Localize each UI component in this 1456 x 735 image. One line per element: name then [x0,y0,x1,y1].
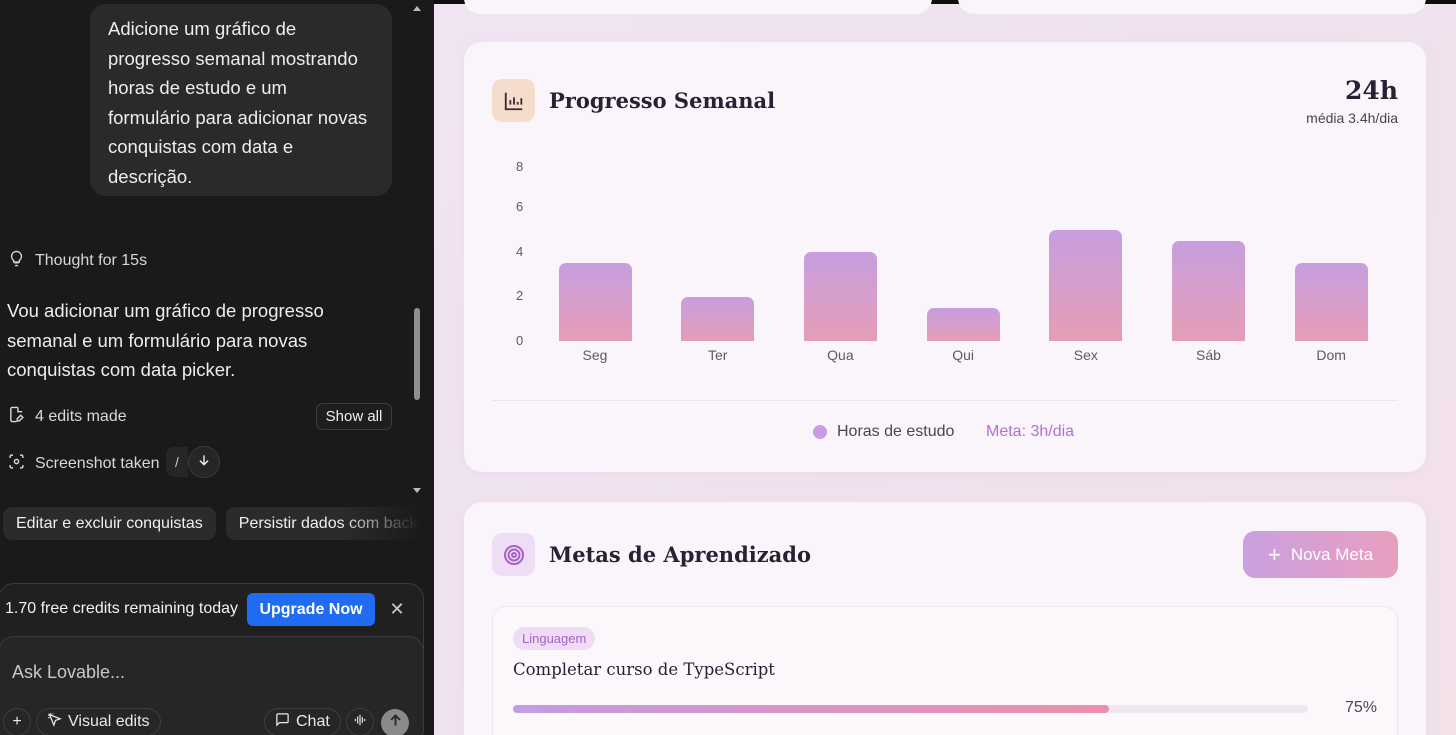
y-axis-tick: 2 [516,288,524,303]
goal-progress-fill [513,705,1110,713]
weekly-progress-card: Progresso Semanal 24h média 3.4h/dia Hor… [464,42,1426,472]
y-axis-tick: 4 [516,244,524,259]
weekly-total-hours: 24h [1345,76,1398,105]
scroll-to-bottom-button[interactable] [188,446,220,478]
goal-title: Completar curso de TypeScript [513,660,775,679]
goal-item[interactable]: Linguagem Completar curso de TypeScript … [492,606,1398,735]
arrow-down-icon [197,453,211,472]
thought-indicator[interactable]: Thought for 15s [8,250,147,272]
edits-label: 4 edits made [35,408,127,425]
chart-bar[interactable] [1049,230,1123,341]
close-icon[interactable]: ✕ [386,598,408,620]
goal-category-tag: Linguagem [513,627,596,650]
chat-mode-label: Chat [296,713,330,730]
visual-edits-button[interactable]: Visual edits [36,708,161,735]
weekly-average: média 3.4h/dia [1306,110,1398,126]
app-preview: Progresso Semanal 24h média 3.4h/dia Hor… [434,0,1456,735]
chart-bar[interactable] [681,296,755,341]
weekly-progress-title: Progresso Semanal [549,88,776,113]
arrow-up-icon [388,713,403,733]
chat-input-placeholder[interactable]: Ask Lovable... [12,662,125,683]
x-axis-tick: Sáb [1196,347,1221,363]
upgrade-now-button[interactable]: Upgrade Now [247,593,375,626]
y-axis-tick: 0 [516,333,524,348]
target-icon [492,533,535,576]
chat-mode-button[interactable]: Chat [264,708,341,735]
scrollbar-down-arrow[interactable] [413,488,421,493]
legend-series-label: Horas de estudo [837,423,955,440]
chat-bubble-icon [275,712,290,732]
plus-icon: + [1267,541,1281,567]
assistant-reply: Vou adicionar um gráfico de progresso se… [7,300,324,380]
user-message-bubble: Adicione um gráfico de progresso semanal… [90,4,392,196]
edits-summary: 4 edits made [8,406,127,428]
suggestion-chip[interactable]: Editar e excluir conquistas [3,507,216,540]
chart-bar[interactable] [558,263,632,341]
chat-panel: Adicione um gráfico de progresso semanal… [0,0,434,735]
chart-bar[interactable] [926,307,1000,341]
lightbulb-icon [8,250,25,272]
x-axis-tick: Sex [1073,347,1098,363]
new-goal-button[interactable]: + Nova Meta [1243,531,1398,578]
x-axis-tick: Seg [582,347,608,363]
goal-progress-percent: 75% [1345,699,1378,716]
screenshot-separator: / [166,447,188,477]
learning-goals-title: Metas de Aprendizado [549,542,811,567]
screenshot-label: Screenshot taken [35,455,160,472]
y-axis-tick: 6 [516,199,524,214]
legend-goal-label: Meta: 3h/dia [986,423,1075,440]
chart-bar[interactable] [803,252,877,341]
chart-bar[interactable] [1172,241,1245,341]
previous-card-bottom [958,0,1426,14]
add-attachment-button[interactable]: + [3,708,31,735]
visual-edits-label: Visual edits [68,713,150,730]
x-axis-tick: Qua [827,347,854,363]
bar-chart-icon [492,79,535,122]
camera-scan-icon [8,453,25,475]
chart-divider [492,400,1398,401]
new-goal-label: Nova Meta [1290,544,1374,564]
y-axis-tick: 8 [516,159,524,174]
send-button[interactable] [381,709,409,735]
learning-goals-card: Metas de Aprendizado + Nova Meta Linguag… [464,502,1426,735]
file-edit-icon [8,406,25,428]
x-axis-tick: Qui [952,347,974,363]
previous-card-bottom [464,0,932,14]
legend-series-swatch [813,425,827,439]
screenshot-summary: Screenshot taken [8,453,160,475]
visual-edit-icon [47,712,62,732]
voice-input-button[interactable] [346,708,374,735]
thought-label: Thought for 15s [35,252,148,269]
x-axis-tick: Dom [1316,347,1346,363]
credits-text: 1.70 free credits remaining today [5,600,239,617]
show-all-button[interactable]: Show all [316,403,392,430]
plus-icon: + [12,713,22,730]
screenshot-controls: / [166,446,220,478]
chart-bar[interactable] [1294,263,1368,341]
scrollbar-thumb[interactable] [414,308,420,400]
chips-fade-overlay [340,505,434,543]
audio-wave-icon [353,713,367,732]
x-axis-tick: Ter [707,347,728,363]
scrollbar-up-arrow[interactable] [413,6,421,11]
